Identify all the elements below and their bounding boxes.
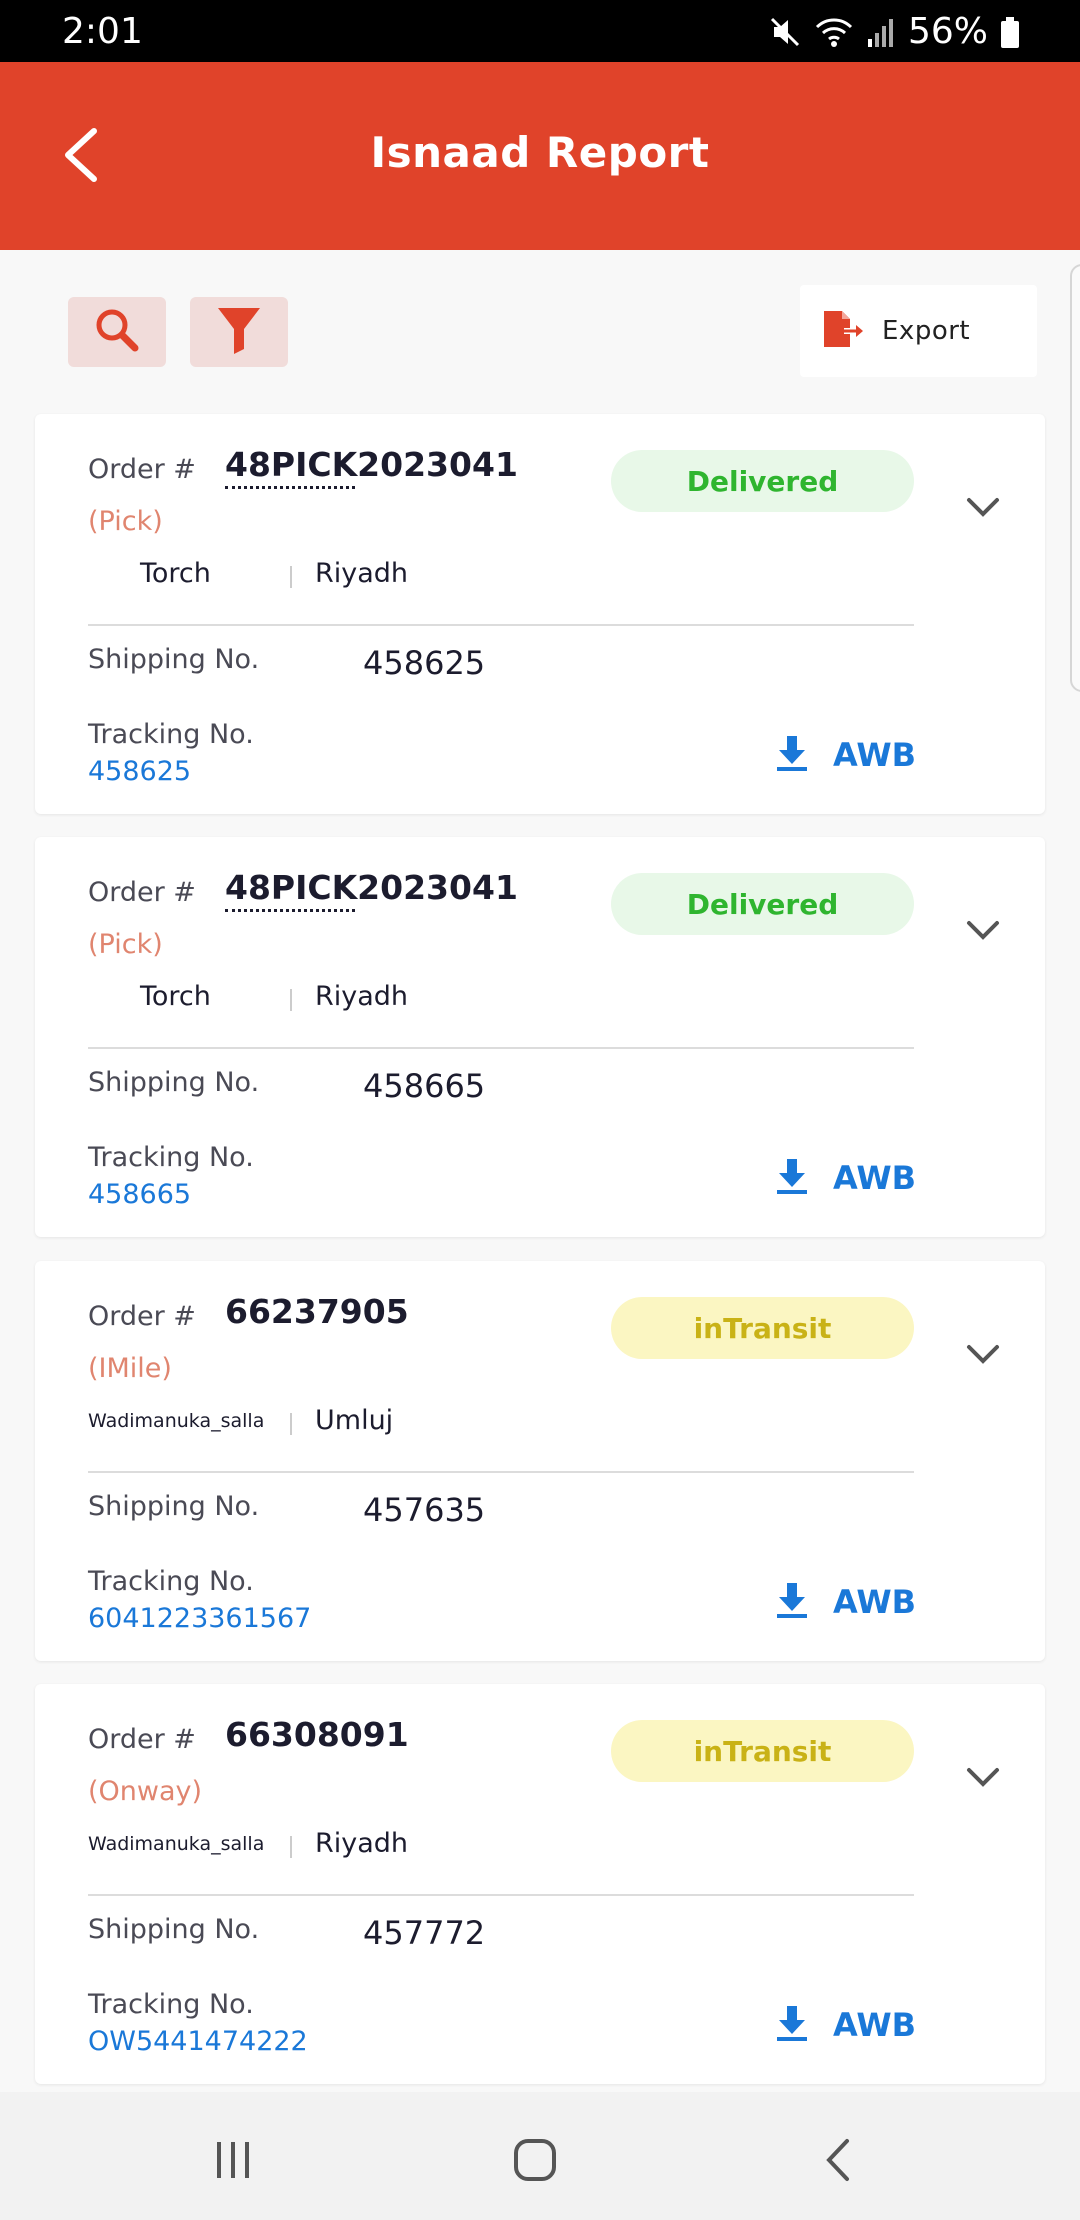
carrier-name: (Pick)	[88, 929, 163, 960]
status-bar: 2:01 56%	[0, 0, 1080, 62]
search-button[interactable]	[68, 297, 166, 367]
shipping-label: Shipping No.	[88, 1067, 260, 1098]
order-card[interactable]: Order # 48PICK2023041 (Pick) Delivered T…	[35, 414, 1045, 814]
order-card[interactable]: Order # 48PICK2023041 (Pick) Delivered T…	[35, 837, 1045, 1237]
tracking-label: Tracking No.	[88, 1989, 254, 2020]
divider	[88, 1471, 914, 1473]
city-name: Riyadh	[315, 981, 409, 1012]
chevron-down-icon[interactable]	[965, 496, 1001, 520]
merchant-name: Torch	[140, 981, 211, 1012]
tracking-number-link[interactable]: 458665	[88, 1179, 191, 1210]
awb-label: AWB	[833, 1583, 917, 1621]
tracking-label: Tracking No.	[88, 719, 254, 750]
merchant-name: Wadimanuka_salla	[88, 1410, 265, 1432]
export-icon	[822, 309, 866, 353]
status-badge: Delivered	[611, 873, 914, 935]
tracking-number-link[interactable]: 6041223361567	[88, 1603, 311, 1634]
recent-apps-icon	[211, 2138, 255, 2186]
order-number: 66308091	[225, 1715, 409, 1754]
mute-icon	[768, 15, 802, 49]
battery-percent: 56%	[907, 11, 988, 52]
download-icon	[775, 1157, 809, 1199]
shipping-number: 457635	[363, 1491, 486, 1529]
separator	[290, 1836, 292, 1858]
awb-label: AWB	[833, 2006, 917, 2044]
awb-download-button[interactable]: AWB	[775, 2002, 916, 2048]
system-nav-bar	[0, 2092, 1080, 2220]
order-label: Order #	[88, 1724, 196, 1755]
order-card[interactable]: Order # 66237905 (IMile) inTransit Wadim…	[35, 1261, 1045, 1661]
order-label: Order #	[88, 877, 196, 908]
shipping-number: 457772	[363, 1914, 486, 1952]
shipping-number: 458625	[363, 644, 486, 682]
status-badge: Delivered	[611, 450, 914, 512]
separator	[290, 1413, 292, 1435]
awb-download-button[interactable]: AWB	[775, 1155, 916, 1201]
search-icon	[93, 306, 141, 358]
chevron-down-icon[interactable]	[965, 1343, 1001, 1367]
back-chevron-icon	[823, 2137, 853, 2187]
wifi-icon	[814, 15, 854, 49]
order-number: 66237905	[225, 1292, 409, 1331]
city-name: Umluj	[315, 1405, 394, 1436]
download-icon	[775, 1581, 809, 1623]
divider	[88, 1047, 914, 1049]
tracking-label: Tracking No.	[88, 1142, 254, 1173]
home-icon	[512, 2137, 558, 2187]
divider	[88, 1894, 914, 1896]
signal-icon	[866, 15, 896, 49]
awb-download-button[interactable]: AWB	[775, 732, 916, 778]
export-button[interactable]: Export	[800, 285, 1037, 377]
separator	[290, 989, 292, 1011]
merchant-name: Torch	[140, 558, 211, 589]
order-card[interactable]: Order # 66308091 (Onway) inTransit Wadim…	[35, 1684, 1045, 2084]
shipping-label: Shipping No.	[88, 1914, 260, 1945]
awb-label: AWB	[833, 1159, 917, 1197]
shipping-label: Shipping No.	[88, 1491, 260, 1522]
carrier-name: (IMile)	[88, 1353, 172, 1384]
separator	[290, 566, 292, 588]
divider	[88, 624, 914, 626]
chevron-down-icon[interactable]	[965, 1766, 1001, 1790]
export-label: Export	[882, 316, 971, 346]
order-number-overflow	[225, 909, 355, 913]
home-button[interactable]	[495, 2122, 575, 2202]
app-header: Isnaad Report	[0, 62, 1080, 250]
carrier-name: (Pick)	[88, 506, 163, 537]
side-panel-handle[interactable]	[1070, 264, 1080, 692]
carrier-name: (Onway)	[88, 1776, 203, 1807]
tracking-label: Tracking No.	[88, 1566, 254, 1597]
awb-label: AWB	[833, 736, 917, 774]
recent-apps-button[interactable]	[193, 2122, 273, 2202]
download-icon	[775, 734, 809, 776]
order-number: 48PICK2023041	[225, 445, 518, 484]
order-number-overflow	[225, 486, 355, 490]
awb-download-button[interactable]: AWB	[775, 1579, 916, 1625]
filter-icon	[215, 305, 263, 359]
filter-button[interactable]	[190, 297, 288, 367]
merchant-name: Wadimanuka_salla	[88, 1833, 265, 1855]
shipping-number: 458665	[363, 1067, 486, 1105]
shipping-label: Shipping No.	[88, 644, 260, 675]
download-icon	[775, 2004, 809, 2046]
tracking-number-link[interactable]: 458625	[88, 756, 191, 787]
status-icons: 56%	[768, 8, 1020, 56]
status-badge: inTransit	[611, 1720, 914, 1782]
city-name: Riyadh	[315, 1828, 409, 1859]
page-title: Isnaad Report	[370, 128, 710, 177]
city-name: Riyadh	[315, 558, 409, 589]
chevron-down-icon[interactable]	[965, 919, 1001, 943]
order-number: 48PICK2023041	[225, 868, 518, 907]
system-back-button[interactable]	[798, 2122, 878, 2202]
order-label: Order #	[88, 454, 196, 485]
battery-icon	[1000, 15, 1020, 49]
status-badge: inTransit	[611, 1297, 914, 1359]
status-time: 2:01	[62, 11, 143, 52]
tracking-number-link[interactable]: OW5441474222	[88, 2026, 308, 2057]
order-label: Order #	[88, 1301, 196, 1332]
